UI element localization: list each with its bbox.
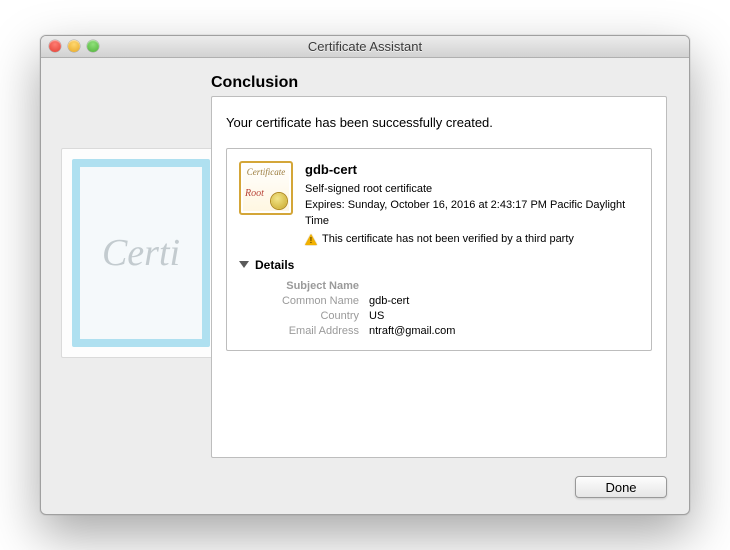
certificate-assistant-window: Certificate Assistant Certi Conclusion Y… [40,35,690,515]
detail-key: Country [261,310,369,322]
detail-key: Email Address [261,325,369,337]
close-button[interactable] [49,40,61,52]
zoom-button[interactable] [87,40,99,52]
window-title: Certificate Assistant [308,39,422,54]
certificate-icon-root-label: Root [245,188,264,199]
detail-key: Common Name [261,295,369,307]
detail-row: Subject Name [261,280,639,292]
content-panel: Your certificate has been successfully c… [211,96,667,458]
certificate-warning-text: This certificate has not been verified b… [322,232,574,248]
certificate-expiry: Expires: Sunday, October 16, 2016 at 2:4… [305,198,639,230]
detail-section-header: Subject Name [261,280,369,292]
certificate-metadata: gdb-cert Self-signed root certificate Ex… [305,161,639,248]
detail-row: Common Name gdb-cert [261,295,639,307]
titlebar: Certificate Assistant [41,36,689,58]
detail-value: ntraft@gmail.com [369,325,455,337]
detail-value: US [369,310,384,322]
certificate-name: gdb-cert [305,161,639,180]
certificate-illustration-frame: Certi [72,159,210,347]
details-label: Details [255,258,294,272]
disclosure-triangle-icon [239,261,249,268]
traffic-lights [49,40,99,52]
minimize-button[interactable] [68,40,80,52]
done-button[interactable]: Done [575,476,667,498]
detail-row: Email Address ntraft@gmail.com [261,325,639,337]
certificate-icon: Root [239,161,293,215]
details-grid: Subject Name Common Name gdb-cert Countr… [261,280,639,337]
certificate-type: Self-signed root certificate [305,182,639,198]
certificate-header: Root gdb-cert Self-signed root certifica… [239,161,639,248]
detail-value: gdb-cert [369,295,409,307]
certificate-illustration: Certi [61,148,221,358]
certificate-illustration-text: Certi [102,231,180,275]
detail-row: Country US [261,310,639,322]
details-toggle[interactable]: Details [239,258,639,272]
warning-icon [305,234,317,245]
window-body: Certi Conclusion Your certificate has be… [41,58,689,514]
footer: Done [575,476,667,498]
certificate-summary-box: Root gdb-cert Self-signed root certifica… [226,148,652,351]
certificate-seal-icon [271,193,287,209]
certificate-warning-row: This certificate has not been verified b… [305,232,639,248]
success-message: Your certificate has been successfully c… [226,115,652,130]
page-title: Conclusion [211,74,298,92]
